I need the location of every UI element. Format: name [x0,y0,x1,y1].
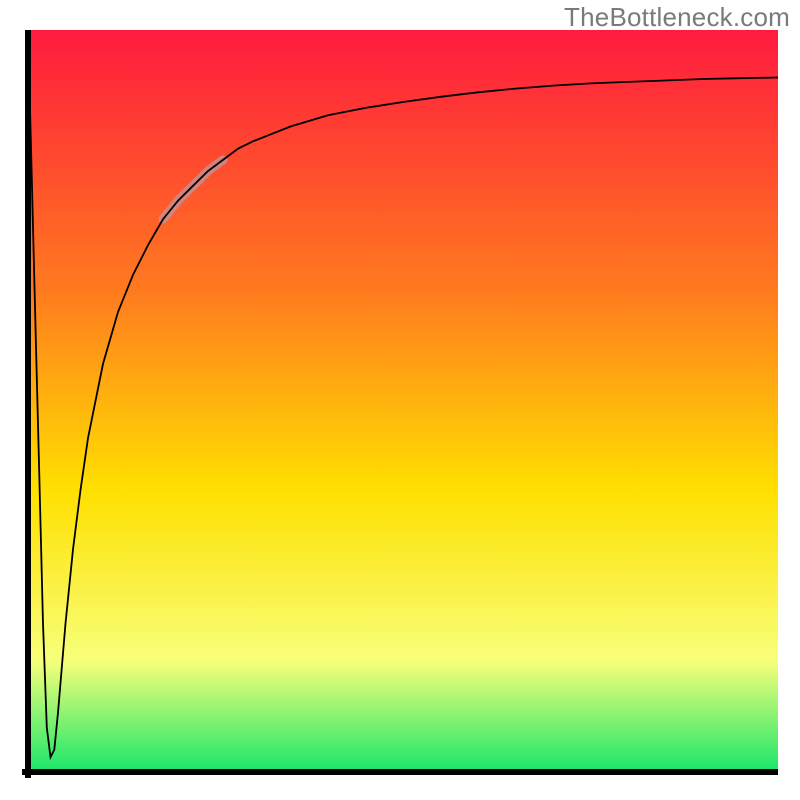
background-gradient [28,30,778,772]
chart-svg [22,30,778,778]
watermark-text: TheBottleneck.com [564,2,790,33]
chart-container: TheBottleneck.com [0,0,800,800]
plot-area [22,30,778,778]
